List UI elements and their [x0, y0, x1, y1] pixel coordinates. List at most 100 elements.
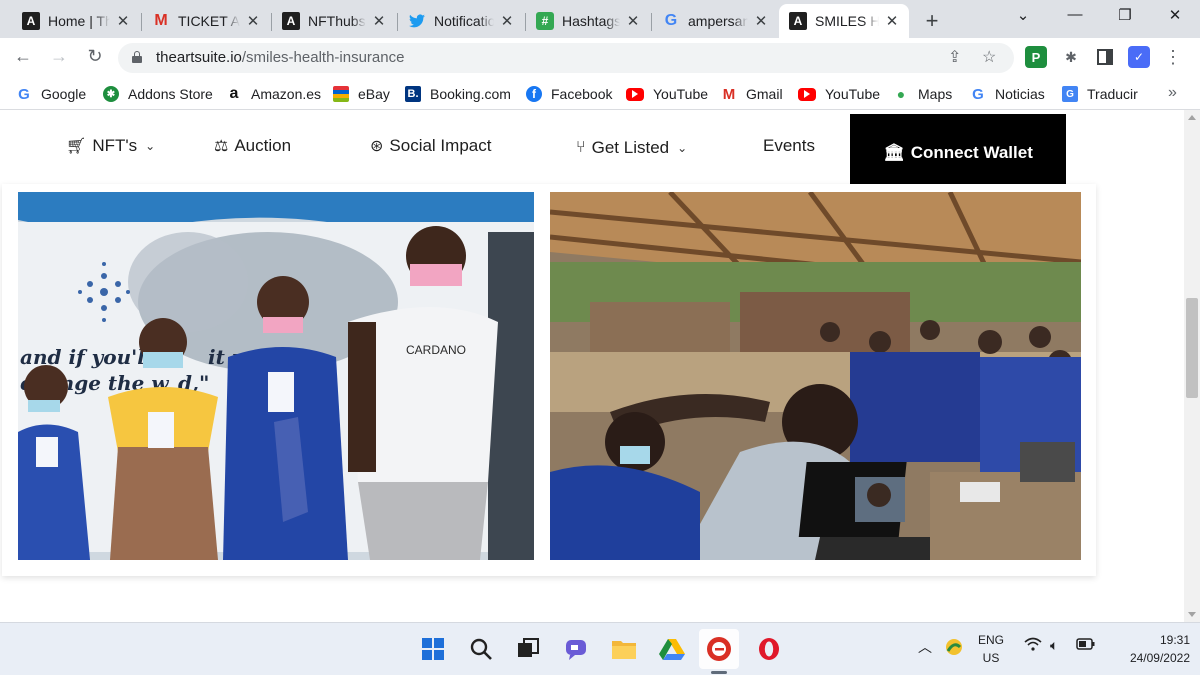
- close-icon[interactable]: ✕: [752, 12, 770, 30]
- tab-ticket[interactable]: M TICKET A ✕: [142, 4, 270, 38]
- bookmark-booking[interactable]: B. Booking.com: [405, 84, 511, 104]
- volume-icon[interactable]: 🔈︎: [1050, 637, 1058, 654]
- google-drive-icon[interactable]: [657, 634, 687, 664]
- lock-icon[interactable]: [132, 51, 142, 63]
- more-bookmarks-icon[interactable]: »: [1168, 84, 1177, 102]
- close-window-button[interactable]: ✕: [1160, 6, 1190, 24]
- bookmark-maps[interactable]: ● Maps: [893, 84, 952, 104]
- file-explorer-icon[interactable]: [609, 634, 639, 664]
- youtube-icon: [798, 87, 816, 101]
- new-tab-button[interactable]: +: [918, 8, 946, 34]
- input-language[interactable]: ENG US: [974, 631, 1008, 667]
- connect-wallet-button[interactable]: 🏛︎ Connect Wallet: [850, 114, 1066, 192]
- bookmark-label: Google: [41, 86, 87, 102]
- bookmark-addons-store[interactable]: ✱ Addons Store: [103, 84, 213, 104]
- site-navbar: 🛒︎ NFT's ⌄ ⚖ Auction ⊛ Social Impact ⑂ G…: [0, 110, 1184, 192]
- tab-hashtags[interactable]: # Hashtags ✕: [526, 4, 650, 38]
- battery-icon[interactable]: [1076, 637, 1096, 654]
- task-view-icon[interactable]: [513, 634, 543, 664]
- nav-nfts[interactable]: 🛒︎ NFT's ⌄: [66, 136, 155, 156]
- gmail-icon: M: [722, 85, 736, 103]
- addons-icon: ✱: [103, 86, 119, 102]
- more-menu-icon[interactable]: ⋮: [1162, 46, 1184, 68]
- minimize-button[interactable]: —: [1060, 6, 1090, 23]
- page-scrollbar[interactable]: [1184, 110, 1200, 622]
- nav-get-listed[interactable]: ⑂ Get Listed ⌄: [576, 138, 687, 158]
- nav-label: Social Impact: [389, 136, 492, 155]
- close-icon[interactable]: ✕: [244, 12, 262, 30]
- photo-children-cardano[interactable]: and if you'll it us change the w d,": [18, 192, 534, 560]
- google-icon: G: [18, 85, 30, 103]
- bookmark-label: YouTube: [653, 86, 709, 102]
- side-panel-icon[interactable]: [1094, 46, 1116, 68]
- share-icon[interactable]: ⇪: [948, 47, 961, 67]
- bookmark-amazon[interactable]: a Amazon.es: [226, 84, 322, 104]
- branch-icon: ⑂: [576, 139, 586, 156]
- tray-app-icon[interactable]: [944, 637, 964, 660]
- bookmark-traducir[interactable]: G Traducir: [1062, 84, 1138, 104]
- show-hidden-icons-chevron-icon[interactable]: ︿: [918, 637, 932, 657]
- hashtag-icon: #: [536, 12, 554, 30]
- address-bar[interactable]: theartsuite.io/smiles-health-insurance ⇪…: [118, 43, 1014, 73]
- close-icon[interactable]: ✕: [883, 12, 901, 30]
- browser-tab-strip: A Home | Th ✕ M TICKET A ✕ A NFThubs ✕ N…: [0, 0, 1200, 38]
- bookmark-ebay[interactable]: eBay: [333, 84, 390, 104]
- forward-button[interactable]: →: [46, 46, 72, 67]
- close-icon[interactable]: ✕: [114, 12, 132, 30]
- nav-events[interactable]: Events: [763, 136, 815, 156]
- close-icon[interactable]: ✕: [624, 12, 642, 30]
- bookmark-facebook[interactable]: f Facebook: [526, 84, 612, 104]
- shield-check-icon[interactable]: ✓: [1128, 46, 1150, 68]
- twitter-icon: [408, 12, 426, 30]
- back-button[interactable]: ←: [10, 46, 36, 67]
- google-icon: G: [972, 85, 984, 103]
- scroll-down-arrow-icon[interactable]: [1188, 612, 1196, 617]
- extensions-puzzle-icon[interactable]: ✱: [1060, 46, 1082, 68]
- tab-nfthubs[interactable]: A NFThubs ✕: [272, 4, 396, 38]
- tab-smiles-active[interactable]: A SMILES H ✕: [779, 4, 909, 38]
- tab-search-chevron-icon[interactable]: ⌄: [1008, 6, 1038, 24]
- search-icon[interactable]: [466, 634, 496, 664]
- bookmark-label: Traducir: [1087, 86, 1138, 102]
- amazon-icon: a: [229, 85, 239, 102]
- system-clock[interactable]: 19:31 24/09/2022: [1100, 631, 1190, 667]
- close-icon[interactable]: ✕: [498, 12, 516, 30]
- tab-ampersand[interactable]: G ampersan ✕: [652, 4, 778, 38]
- windows-start-icon[interactable]: [418, 634, 448, 664]
- tab-home[interactable]: A Home | Th ✕: [12, 4, 140, 38]
- tab-notifications[interactable]: Notificatio ✕: [398, 4, 524, 38]
- connect-wallet-label: Connect Wallet: [910, 143, 1033, 162]
- nav-auction[interactable]: ⚖ Auction: [214, 136, 291, 156]
- opera-icon[interactable]: [754, 634, 784, 664]
- clock-date: 24/09/2022: [1129, 651, 1190, 665]
- browser-toolbar: ← → ↻ theartsuite.io/smiles-health-insur…: [0, 38, 1200, 78]
- bookmark-label: Amazon.es: [251, 86, 322, 102]
- nav-label: NFT's: [92, 136, 138, 155]
- bookmark-youtube[interactable]: YouTube: [626, 84, 708, 104]
- bookmark-gmail[interactable]: M Gmail: [721, 84, 783, 104]
- bookmark-label: Maps: [918, 86, 953, 102]
- tab-title: ampersan: [688, 13, 748, 29]
- wifi-icon[interactable]: [1024, 637, 1042, 654]
- bookmark-label: Facebook: [551, 86, 613, 102]
- scroll-up-arrow-icon[interactable]: [1188, 115, 1196, 120]
- chevron-down-icon: ⌄: [145, 139, 156, 153]
- app-red-e-icon[interactable]: [699, 629, 739, 669]
- scales-icon: ⚖: [214, 138, 229, 155]
- bookmark-youtube-2[interactable]: YouTube: [798, 84, 880, 104]
- extension-p-icon[interactable]: P: [1025, 46, 1047, 68]
- restore-button[interactable]: ❐: [1110, 6, 1140, 24]
- chat-icon[interactable]: [561, 634, 591, 664]
- tab-title: TICKET A: [178, 13, 240, 29]
- close-icon[interactable]: ✕: [370, 12, 388, 30]
- reload-button[interactable]: ↻: [82, 46, 108, 67]
- photo-registration-shelter[interactable]: [550, 192, 1081, 560]
- clock-time: 19:31: [1159, 633, 1190, 647]
- bookmark-noticias[interactable]: G Noticias: [970, 84, 1045, 104]
- nav-social-impact[interactable]: ⊛ Social Impact: [370, 136, 491, 156]
- bookmark-star-icon[interactable]: ☆: [982, 47, 996, 67]
- bookmark-label: Gmail: [746, 86, 783, 102]
- bookmark-google[interactable]: G Google: [16, 84, 86, 104]
- scrollbar-thumb[interactable]: [1186, 298, 1198, 398]
- tab-title: SMILES H: [815, 13, 879, 29]
